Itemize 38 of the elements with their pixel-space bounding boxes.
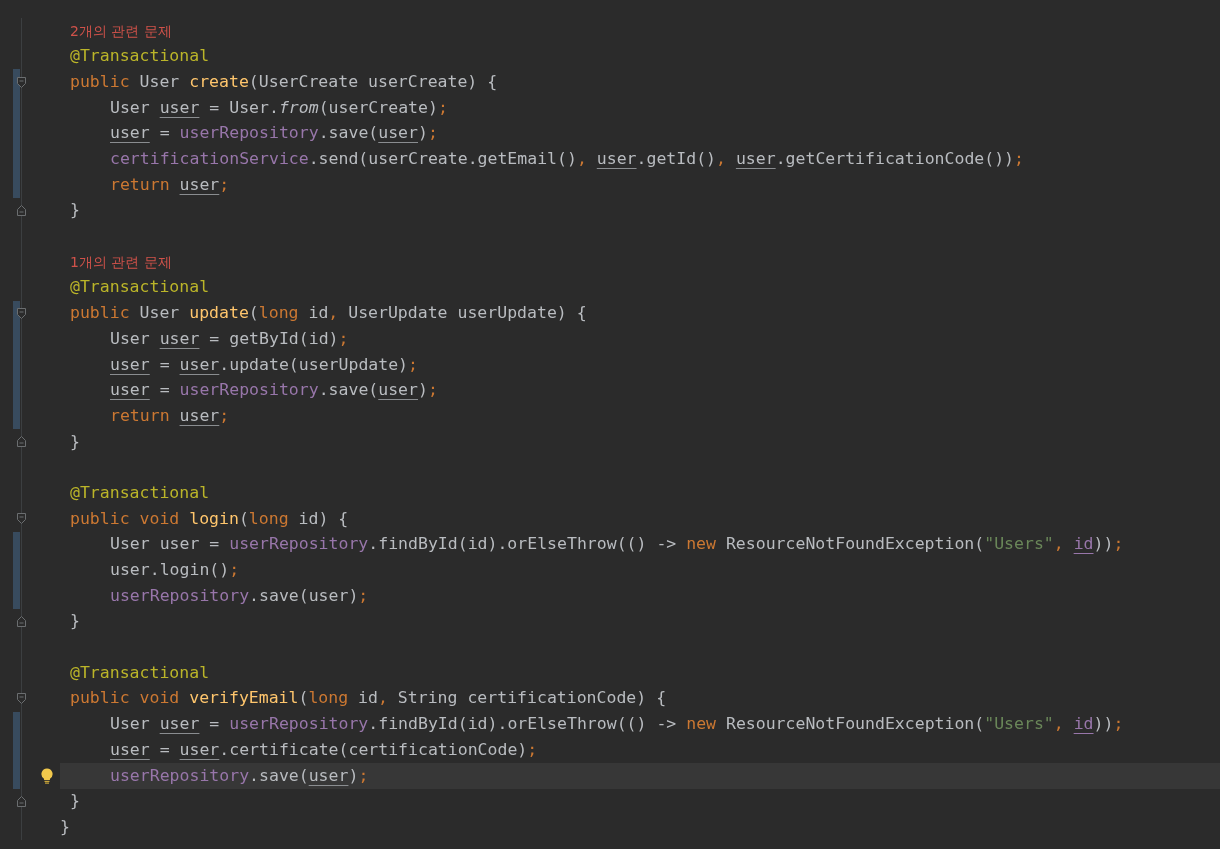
code-line: } bbox=[70, 202, 80, 219]
fold-icon[interactable] bbox=[17, 76, 26, 88]
fold-icon[interactable] bbox=[17, 795, 26, 807]
fold-icon[interactable] bbox=[17, 307, 26, 319]
fold-icon[interactable] bbox=[17, 693, 26, 705]
code-line: public User update(long id, UserUpdate userUpdate) { bbox=[70, 305, 587, 322]
lightbulb-icon[interactable] bbox=[41, 767, 53, 784]
code-line: @Transactional bbox=[70, 484, 210, 502]
code-line: @Transactional bbox=[70, 279, 210, 296]
code-line: user = userRepository.save(user); bbox=[110, 125, 438, 142]
code-line: public User create(UserCreate userCreate) { bbox=[70, 73, 498, 91]
code-line: } bbox=[60, 818, 70, 836]
code-line: userRepository.save(user); bbox=[110, 587, 369, 605]
code-line: certificationService.send(userCreate.getEmail(), user.getId(), user.getCertificationCode()); bbox=[110, 151, 1024, 168]
code-line: User user = userRepository.findById(id).orElseThrow(() -> new ResourceNotFoundException("Users", id)); bbox=[110, 536, 1124, 553]
code-line: userRepository.save(user); bbox=[110, 767, 369, 785]
problem-hint: 2개의 관련 문제 bbox=[70, 23, 172, 38]
code-line: user = userRepository.save(user); bbox=[110, 382, 438, 399]
code-line: user.login(); bbox=[110, 562, 240, 579]
fold-icon[interactable] bbox=[17, 616, 26, 628]
code-line: return user; bbox=[110, 407, 230, 425]
code-line: User user = User.from(userCreate); bbox=[110, 99, 448, 117]
fold-icon[interactable] bbox=[17, 205, 26, 217]
code-line: } bbox=[70, 793, 80, 810]
code-line: user = user.certificate(certificationCode); bbox=[110, 741, 538, 759]
code-line: user = user.update(userUpdate); bbox=[110, 356, 418, 374]
code-line: return user; bbox=[110, 176, 230, 194]
code-line: } bbox=[70, 613, 80, 630]
fold-icon[interactable] bbox=[17, 513, 26, 525]
code-line: } bbox=[70, 433, 80, 451]
code-line: @Transactional bbox=[70, 664, 210, 682]
problem-hint: 1개의 관련 문제 bbox=[70, 255, 172, 270]
code-line: User user = getById(id); bbox=[110, 330, 349, 348]
code-line: public void verifyEmail(long id, String certificationCode) { bbox=[70, 690, 667, 707]
code-line: User user = userRepository.findById(id).orElseThrow(() -> new ResourceNotFoundException("Users", id)); bbox=[110, 716, 1124, 733]
code-line: @Transactional bbox=[70, 48, 210, 65]
code-line: public void login(long id) { bbox=[70, 510, 349, 528]
fold-icon[interactable] bbox=[17, 436, 26, 448]
